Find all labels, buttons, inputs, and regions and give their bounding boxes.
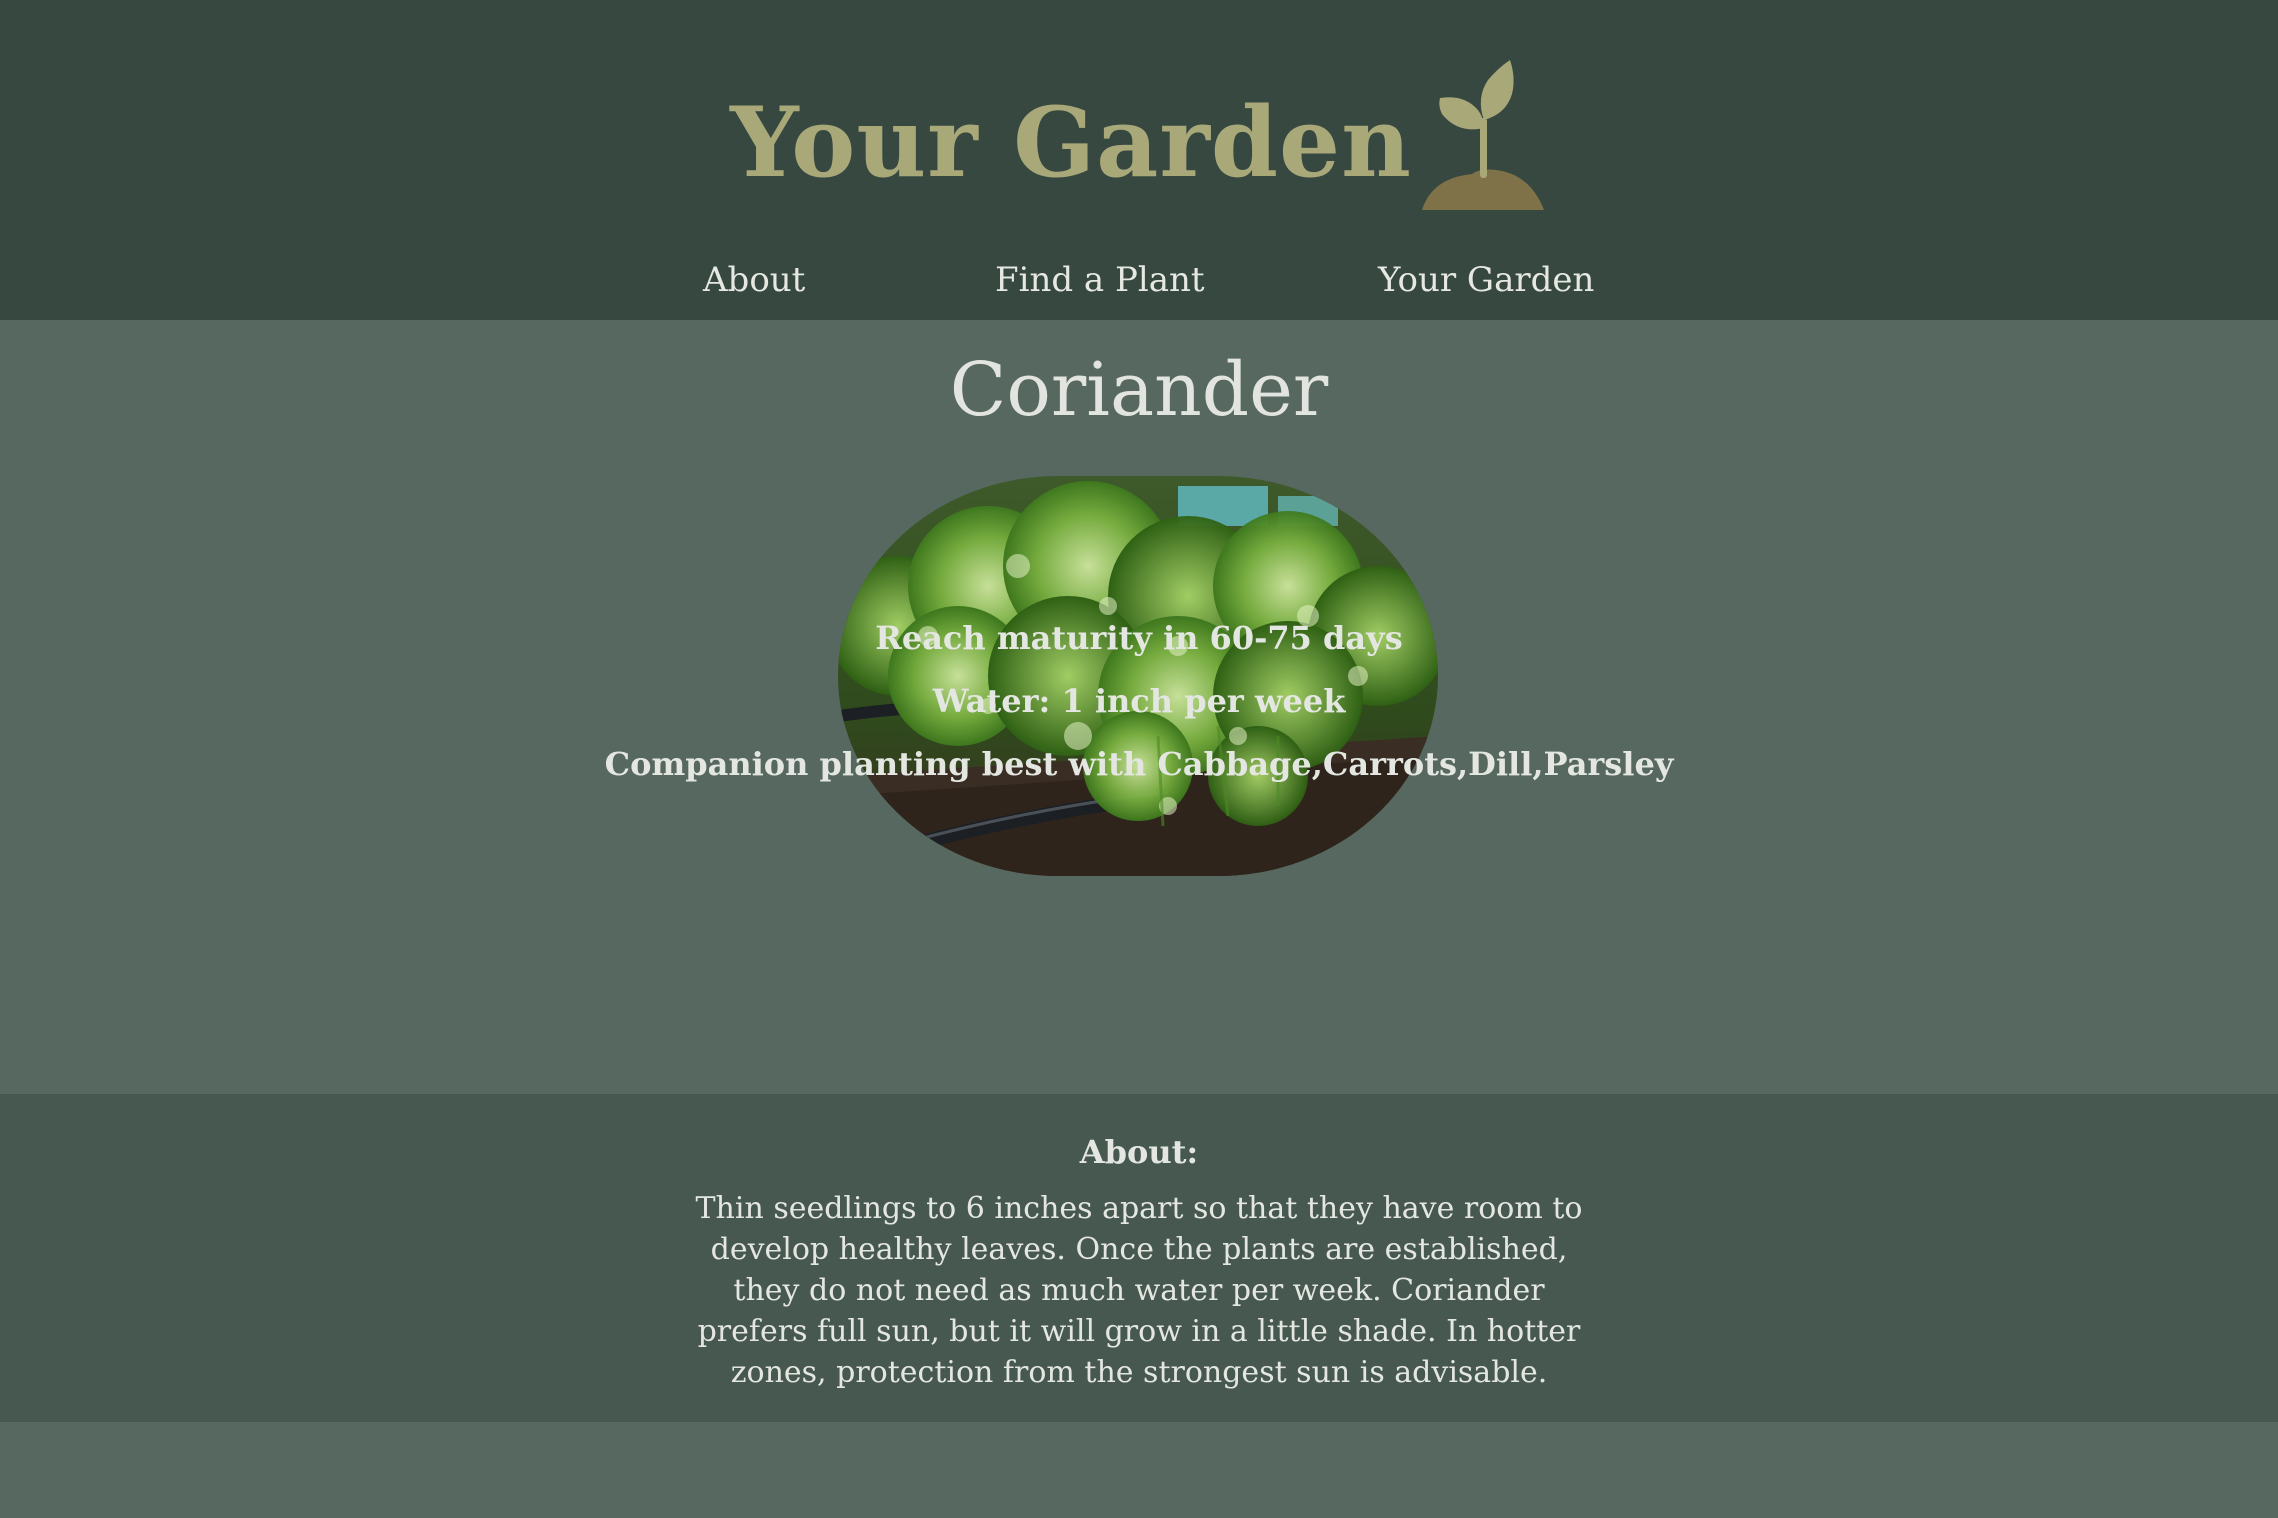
site-title: Your Garden: [730, 86, 1412, 199]
maturity-fact: Reach maturity in 60-75 days: [875, 619, 1403, 657]
coriander-photo: [838, 476, 1438, 876]
plant-detail: Coriander Reach maturity in 60-75 days W…: [0, 320, 2278, 1094]
coriander-photo-image: [838, 476, 1438, 876]
site-header: Your Garden About Find a Plant Your Gard…: [0, 0, 2278, 320]
companion-fact: Companion planting best with Cabbage,Car…: [604, 745, 1674, 783]
about-text: Thin seedlings to 6 inches apart so that…: [695, 1191, 1583, 1390]
about-section: About: Thin seedlings to 6 inches apart …: [0, 1094, 2278, 1422]
nav-find-a-plant[interactable]: Find a Plant: [995, 248, 1205, 312]
nav-your-garden[interactable]: Your Garden: [1378, 248, 1594, 312]
nav-about[interactable]: About: [703, 248, 805, 312]
main-nav: About Find a Plant Your Garden: [0, 248, 2278, 312]
about-heading: About:: [1079, 1133, 1199, 1171]
brand: Your Garden: [0, 60, 2278, 210]
plant-name: Coriander: [949, 347, 1329, 433]
water-fact: Water: 1 inch per week: [932, 682, 1346, 720]
brand-link[interactable]: Your Garden: [730, 60, 1548, 210]
sprout-icon: [1421, 60, 1544, 210]
